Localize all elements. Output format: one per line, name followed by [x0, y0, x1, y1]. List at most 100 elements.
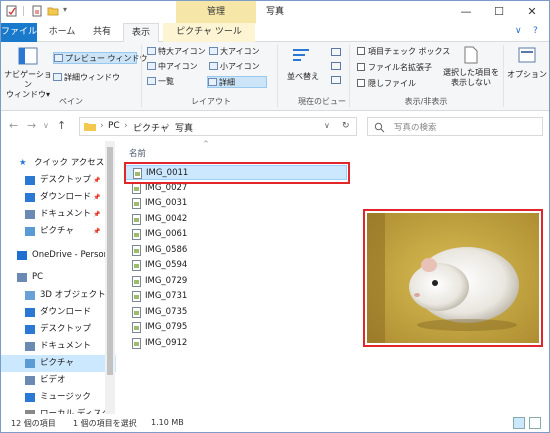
- sidebar-item[interactable]: OneDrive - Person: [1, 247, 116, 264]
- layout-medium-icons[interactable]: 中アイコン: [147, 61, 198, 73]
- checkbox-label: ファイル名拡張子: [368, 63, 432, 72]
- search-box[interactable]: 写真の検索: [367, 117, 543, 136]
- preview-highlight: [363, 209, 543, 347]
- file-name: IMG_0912: [145, 337, 188, 348]
- tab-view[interactable]: 表示: [123, 23, 159, 43]
- file-extensions-toggle[interactable]: ファイル名拡張子: [357, 62, 432, 74]
- group-label-current-view: 現在のビュー: [298, 97, 346, 106]
- large-icons-icon: [209, 47, 218, 55]
- sort-by-button[interactable]: 並べ替え: [283, 46, 323, 92]
- forward-arrow-icon[interactable]: →: [27, 119, 36, 132]
- navigation-scrollbar[interactable]: [105, 141, 115, 414]
- sidebar-item[interactable]: ダウンロード 📌: [1, 189, 116, 206]
- file-name: IMG_0594: [145, 260, 188, 270]
- sidebar-item[interactable]: ピクチャ 📌: [1, 223, 116, 240]
- hide-selected-button[interactable]: 選択した項目を 表示しない: [443, 46, 499, 94]
- undo-properties-icon[interactable]: [31, 5, 43, 17]
- refresh-icon[interactable]: ↻: [342, 121, 350, 131]
- file-row[interactable]: IMG_0031: [125, 196, 347, 211]
- layout-small-icons[interactable]: 小アイコン: [209, 61, 260, 73]
- tab-picture-tools[interactable]: ピクチャ ツール: [163, 23, 255, 42]
- pin-icon: 📌: [93, 177, 101, 184]
- item-checkboxes-toggle[interactable]: 項目チェック ボックス: [357, 46, 450, 58]
- tab-home[interactable]: ホーム: [43, 23, 81, 42]
- file-row[interactable]: IMG_0061: [125, 227, 347, 242]
- file-row[interactable]: IMG_0912: [125, 336, 347, 351]
- layout-label: 小アイコン: [220, 62, 260, 71]
- image-file-icon: [132, 244, 141, 256]
- file-row[interactable]: IMG_0042: [125, 212, 347, 227]
- sidebar-item[interactable]: デスクトップ: [1, 321, 116, 338]
- sidebar-item[interactable]: ドキュメント 📌: [1, 206, 116, 223]
- back-arrow-icon[interactable]: ←: [9, 119, 18, 132]
- sort-ascending-icon: ^: [203, 140, 209, 148]
- file-row[interactable]: IMG_0729: [125, 274, 347, 289]
- file-row[interactable]: IMG_0731: [125, 289, 347, 304]
- layout-large-icons[interactable]: 大アイコン: [209, 46, 260, 58]
- preview-pane-button[interactable]: プレビュー ウィンドウ: [53, 52, 148, 64]
- ribbon-separator: [277, 45, 278, 107]
- sidebar-item[interactable]: ビデオ: [1, 372, 116, 389]
- image-file-icon: [132, 306, 141, 318]
- tab-share[interactable]: 共有: [85, 23, 119, 42]
- navigation-pane-button[interactable]: ナビゲーション ウィンドウ▾: [4, 46, 52, 99]
- layout-list[interactable]: 一覧: [147, 76, 174, 88]
- collapse-ribbon-icon[interactable]: ∨: [515, 26, 522, 36]
- column-header-name[interactable]: 名前: [129, 147, 146, 159]
- navigation-bar: ← → ∨ ↑ › PC › ピクチャ › 写真 ∨ ↻ 写真の検索: [1, 112, 549, 140]
- sidebar-item-label: ピクチャ: [40, 226, 74, 236]
- sidebar-item[interactable]: デスクトップ 📌: [1, 172, 116, 189]
- preview-pane: [357, 141, 549, 414]
- status-bar: 12 個の項目 1 個の項目を選択 1.10 MB: [1, 414, 549, 432]
- close-button[interactable]: ✕: [517, 1, 547, 23]
- recent-locations-icon[interactable]: ∨: [43, 121, 49, 130]
- image-file-icon: [132, 182, 141, 194]
- add-columns-icon[interactable]: [331, 62, 341, 70]
- hidden-items-toggle[interactable]: 隠しファイル: [357, 78, 416, 90]
- details-view-button[interactable]: [513, 417, 525, 429]
- tab-file[interactable]: ファイル: [1, 23, 37, 42]
- maximize-button[interactable]: ☐: [484, 1, 514, 23]
- file-row[interactable]: IMG_0594: [125, 258, 347, 273]
- breadcrumb-pictures[interactable]: ピクチャ: [133, 121, 169, 134]
- new-folder-icon[interactable]: [47, 5, 59, 17]
- help-icon[interactable]: ?: [533, 26, 538, 36]
- breadcrumb-pc[interactable]: PC: [108, 121, 120, 131]
- layout-details[interactable]: 詳細: [207, 76, 267, 88]
- scrollbar-thumb[interactable]: [107, 147, 113, 375]
- file-row[interactable]: IMG_0586: [125, 243, 347, 258]
- sidebar-item-label: ビデオ: [40, 375, 66, 385]
- sidebar-item[interactable]: 3D オブジェクト: [1, 287, 116, 304]
- sidebar-item-label: デスクトップ: [40, 175, 92, 185]
- sidebar-item[interactable]: ★ クイック アクセス: [1, 155, 116, 172]
- checkbox-label: 項目チェック ボックス: [368, 47, 451, 56]
- file-row[interactable]: IMG_0795: [125, 320, 347, 335]
- up-arrow-icon[interactable]: ↑: [57, 119, 66, 132]
- navigation-pane: ★ クイック アクセス デスクトップ 📌 ダウンロード 📌 ドキュメント 📌 ピクチャ 📌 OneD…: [1, 141, 116, 414]
- file-row[interactable]: IMG_0735: [125, 305, 347, 320]
- address-dropdown-icon[interactable]: ∨: [324, 121, 330, 130]
- sidebar-item[interactable]: PC: [1, 269, 116, 286]
- address-bar[interactable]: › PC › ピクチャ › 写真 ∨ ↻: [79, 117, 357, 136]
- extra-large-icons-icon: [147, 47, 156, 55]
- ribbon-separator: [141, 45, 142, 107]
- image-file-icon: [132, 229, 141, 240]
- details-pane-button[interactable]: 詳細ウィンドウ: [53, 72, 120, 84]
- properties-icon[interactable]: [6, 5, 18, 17]
- layout-label: 特大アイコン: [158, 47, 206, 56]
- layout-extra-large-icons[interactable]: 特大アイコン: [147, 46, 206, 58]
- size-columns-icon[interactable]: [331, 76, 341, 84]
- sidebar-item[interactable]: ピクチャ: [1, 355, 116, 372]
- minimize-button[interactable]: —: [451, 1, 481, 23]
- options-button[interactable]: オプション: [507, 46, 547, 94]
- sidebar-item[interactable]: ダウンロード: [1, 304, 116, 321]
- sidebar-item-label: クイック アクセス: [34, 158, 105, 168]
- checkbox-label: 隠しファイル: [368, 79, 416, 88]
- group-by-icon[interactable]: [331, 48, 341, 56]
- sidebar-item[interactable]: ミュージック: [1, 389, 116, 406]
- breadcrumb-photos[interactable]: 写真: [175, 121, 193, 134]
- sidebar-item[interactable]: ローカル ディスク: [1, 406, 116, 414]
- sidebar-item[interactable]: ドキュメント: [1, 338, 116, 355]
- large-icons-view-button[interactable]: [529, 417, 541, 429]
- customize-toolbar-icon[interactable]: ▾: [63, 5, 75, 17]
